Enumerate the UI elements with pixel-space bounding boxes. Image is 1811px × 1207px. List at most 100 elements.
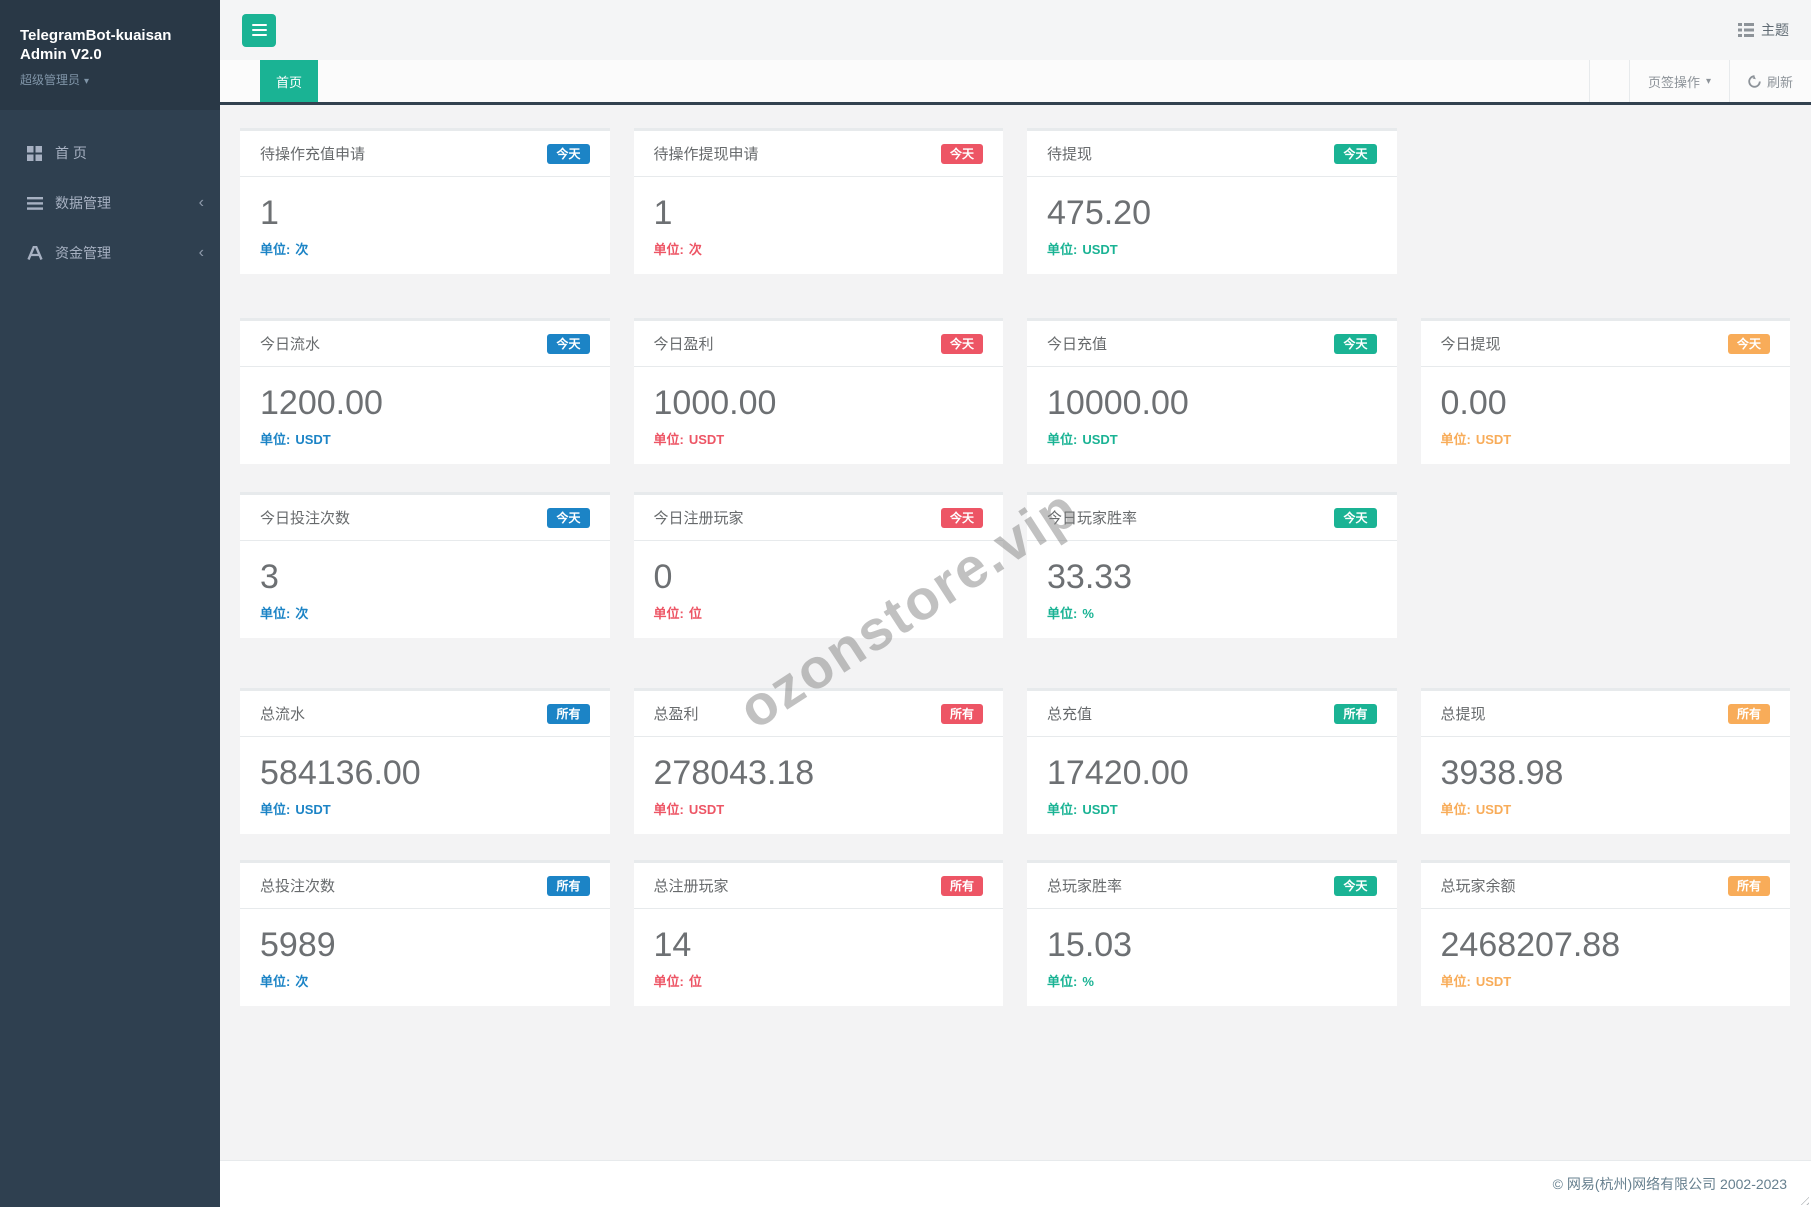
chevron-left-icon: ‹: [199, 194, 204, 212]
stat-card-header: 待操作提现申请今天: [634, 131, 1004, 177]
stat-card-value: 10000.00: [1047, 383, 1377, 423]
stat-card-body: 1200.00单位:USDT: [240, 367, 610, 464]
tab-home[interactable]: 首页: [260, 60, 318, 102]
stat-card-unit: 单位:USDT: [1047, 799, 1377, 818]
stat-card-value: 14: [654, 925, 984, 965]
stat-card: 今日提现今天0.00单位:USDT: [1421, 318, 1791, 464]
caret-down-icon: ▾: [1706, 76, 1711, 87]
stat-card-title: 总注册玩家: [654, 875, 729, 896]
stat-card-body: 3938.98单位:USDT: [1421, 737, 1791, 834]
sidebar-item-home[interactable]: 首 页: [0, 128, 220, 178]
stat-card-title: 总玩家余额: [1441, 875, 1516, 896]
data-list-icon: [26, 195, 43, 212]
stat-card-value: 33.33: [1047, 557, 1377, 597]
stat-card: 总盈利所有278043.18单位:USDT: [634, 688, 1004, 834]
stat-card: 待操作充值申请今天1单位:次: [240, 128, 610, 274]
sidebar-item-data-management[interactable]: 数据管理‹: [0, 178, 220, 228]
admin-dashboard: TelegramBot-kuaisan Admin V2.0 超级管理员▾ 首 …: [0, 0, 1811, 1207]
footer: © 网易(杭州)网络有限公司 2002-2023: [220, 1160, 1811, 1207]
refresh-button[interactable]: 刷新: [1729, 60, 1811, 102]
stat-card-body: 475.20 单位:USDT: [1027, 177, 1397, 274]
stat-card-title: 待操作提现申请: [654, 143, 759, 164]
stat-card-body: 10000.00单位:USDT: [1027, 367, 1397, 464]
stat-card-unit: 单位:USDT: [1047, 239, 1377, 258]
stat-card-header: 总玩家余额所有: [1421, 863, 1791, 909]
stat-card-header: 待操作充值申请今天: [240, 131, 610, 177]
funds-icon: [26, 245, 43, 262]
stat-card-body: 17420.00单位:USDT: [1027, 737, 1397, 834]
theme-button[interactable]: 主题: [1738, 20, 1789, 40]
user-role-dropdown[interactable]: 超级管理员 ▾: [20, 71, 200, 88]
stat-card-body: 3 单位:次: [240, 541, 610, 638]
stat-card-unit: 单位:USDT: [1441, 429, 1771, 448]
stat-card-header: 今日盈利 今天: [634, 321, 1004, 367]
sidebar-item-label: 资金管理: [55, 243, 111, 263]
stat-card: 今日流水 今天 1200.00单位:USDT: [240, 318, 610, 464]
stat-card-badge: 今天: [1334, 876, 1376, 896]
stat-card-value: 1: [654, 193, 984, 233]
stat-card: 总玩家胜率今天15.03单位:%: [1027, 860, 1397, 1006]
stat-card-badge: 所有: [1728, 704, 1770, 724]
stat-card-value: 475.20: [1047, 193, 1377, 233]
stat-card-title: 总投注次数: [260, 875, 335, 896]
stat-card-unit: 单位:次: [260, 239, 590, 258]
stat-card-title: 总流水: [260, 703, 305, 724]
theme-label: 主题: [1761, 20, 1789, 40]
stat-card-unit: 单位:次: [260, 603, 590, 622]
sidebar-toggle-button[interactable]: [242, 14, 276, 47]
stat-card-badge: 今天: [1334, 334, 1376, 354]
topbar: 主题: [220, 0, 1811, 60]
stat-row: 今日流水今天1200.00单位:USDT今日盈利今天1000.00单位:USDT…: [240, 318, 1790, 464]
sidebar-item-funds-management[interactable]: 资金管理‹: [0, 228, 220, 278]
stat-card: 今日注册玩家今天0单位:位: [634, 492, 1004, 638]
user-role-label: 超级管理员: [20, 73, 80, 87]
stat-card-body: 14单位:位: [634, 909, 1004, 1006]
stat-card-value: 0: [654, 557, 984, 597]
stat-card-header: 今日提现今天: [1421, 321, 1791, 367]
stat-card-header: 总注册玩家所有: [634, 863, 1004, 909]
stat-card-body: 1单位:次: [634, 177, 1004, 274]
stat-card-unit: 单位:%: [1047, 603, 1377, 622]
stat-card-badge: 今天: [941, 508, 983, 528]
stat-card-body: 33.33 单位:%: [1027, 541, 1397, 638]
stat-card-badge: 今天: [1334, 144, 1376, 164]
main-area: 主题 首页 页签操作▾ 刷新 待操作充值申请今天1单位:次待操作提现申请今天1单…: [220, 0, 1811, 1207]
stat-row: 待操作充值申请今天1单位:次待操作提现申请今天1单位:次待提现今天475.20单…: [240, 128, 1790, 274]
stat-card-badge: 今天: [941, 334, 983, 354]
stat-card-header: 总玩家胜率 今天: [1027, 863, 1397, 909]
caret-down-icon: ▾: [84, 76, 89, 87]
stat-card-grid: 待操作充值申请今天1单位:次待操作提现申请今天1单位:次待提现今天475.20单…: [240, 128, 1790, 1006]
stat-card-value: 5989: [260, 925, 590, 965]
stat-card-unit: 单位:USDT: [260, 799, 590, 818]
stat-card-title: 今日流水: [260, 333, 320, 354]
stat-card-value: 584136.00: [260, 753, 590, 793]
stat-card-body: 584136.00 单位:USDT: [240, 737, 610, 834]
tab-actions: 页签操作▾ 刷新: [1589, 60, 1811, 102]
stat-card: 今日盈利 今天 1000.00单位:USDT: [634, 318, 1004, 464]
stat-card-badge: 所有: [1334, 704, 1376, 724]
stat-card-title: 今日盈利: [654, 333, 714, 354]
stat-card-badge: 今天: [547, 334, 589, 354]
stat-card-value: 1200.00: [260, 383, 590, 423]
stat-card-title: 总提现: [1441, 703, 1486, 724]
stat-card-title: 总玩家胜率: [1047, 875, 1122, 896]
stat-card-value: 2468207.88: [1441, 925, 1771, 965]
brand: TelegramBot-kuaisan Admin V2.0 超级管理员▾: [0, 0, 220, 110]
tab-operations-button[interactable]: 页签操作▾: [1629, 60, 1729, 102]
stat-card-badge: 今天: [547, 144, 589, 164]
stat-card-body: 0.00单位:USDT: [1421, 367, 1791, 464]
stat-card: 今日投注次数今天3单位:次: [240, 492, 610, 638]
refresh-label: 刷新: [1767, 72, 1793, 91]
stat-card: 总玩家余额所有2468207.88单位:USDT: [1421, 860, 1791, 1006]
stat-card-title: 总充值: [1047, 703, 1092, 724]
stat-card-value: 278043.18: [654, 753, 984, 793]
sidebar: TelegramBot-kuaisan Admin V2.0 超级管理员▾ 首 …: [0, 0, 220, 1207]
stat-card-body: 1000.00单位:USDT: [634, 367, 1004, 464]
stat-card-header: 总盈利所有: [634, 691, 1004, 737]
theme-icon: [1738, 23, 1754, 37]
stat-card-unit: 单位:USDT: [1441, 799, 1771, 818]
stat-row: 总投注次数所有5989单位:次总注册玩家所有14单位:位总玩家胜率今天15.03…: [240, 860, 1790, 1006]
resize-grip: [1797, 1193, 1809, 1205]
stat-card-value: 3: [260, 557, 590, 597]
stat-card-header: 今日注册玩家今天: [634, 495, 1004, 541]
